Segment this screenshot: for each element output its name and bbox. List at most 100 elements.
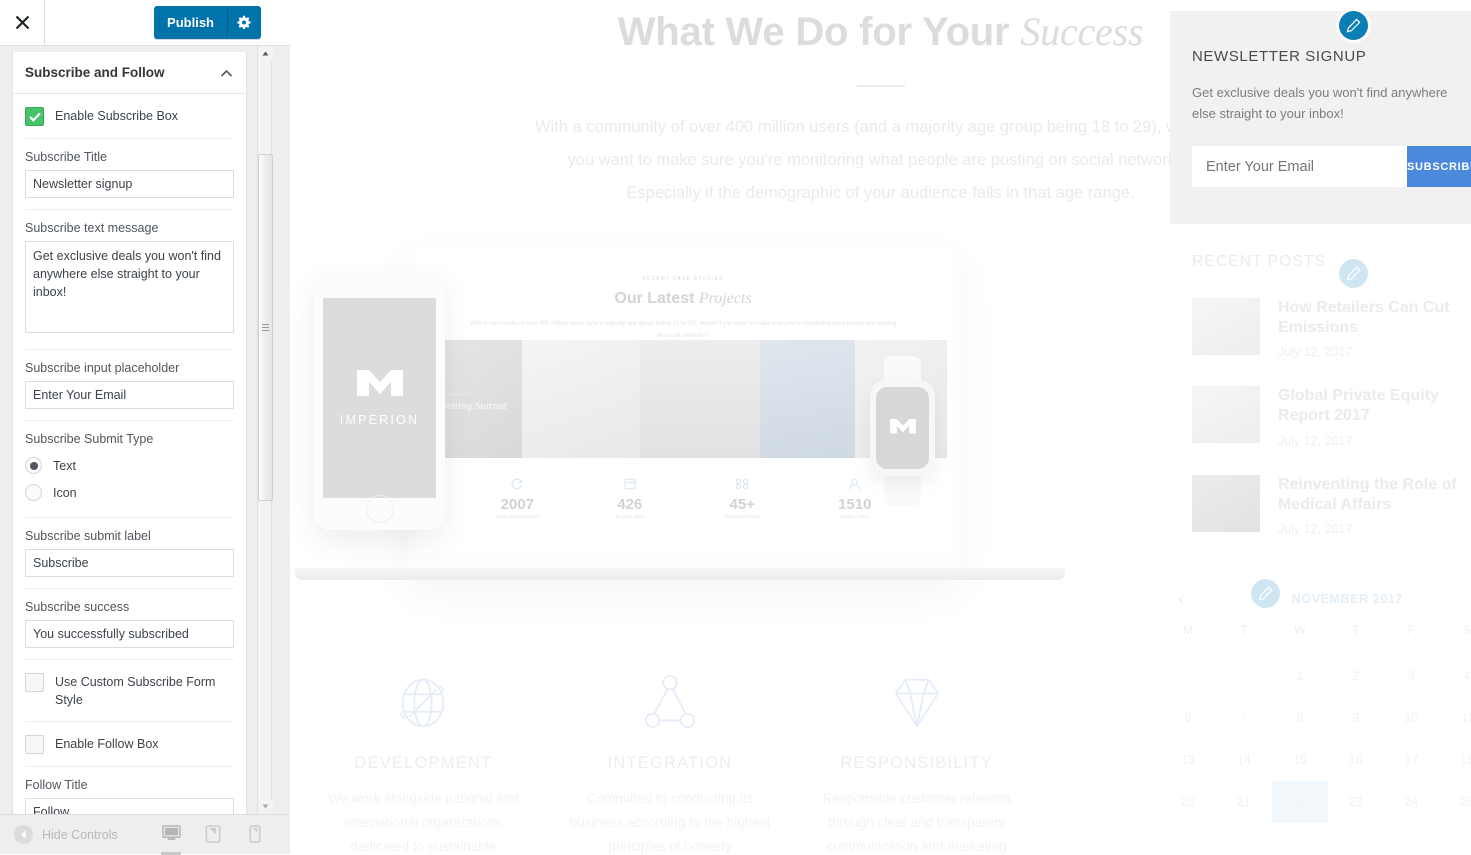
device-mobile-button[interactable] [242,820,268,850]
section-header-subscribe-and-follow[interactable]: Subscribe and Follow [13,52,246,94]
post-title[interactable]: How Retailers Can Cut Emissions [1278,298,1471,338]
calendar-day[interactable]: 4 [1439,655,1471,697]
enable-subscribe-box-row[interactable]: Enable Subscribe Box [25,94,234,139]
scrollbar-thumb[interactable] [258,154,273,501]
laptop-heading-main: Our Latest [614,290,699,307]
day-of-week: F [1407,625,1415,637]
calendar-day[interactable]: 13 [1160,739,1216,781]
list-item[interactable]: Global Private Equity Report 2017 July 1… [1170,386,1471,448]
calendar-day[interactable]: 14 [1216,739,1272,781]
device-desktop-button[interactable] [158,820,184,855]
customizer-scrollbar[interactable] [257,46,273,814]
post-thumbnail [1192,386,1260,444]
calendar-day[interactable]: 8 [1272,697,1328,739]
follow-title-label: Follow Title [25,778,88,793]
edit-recent-posts-widget-button[interactable] [1339,259,1368,288]
close-customizer-button[interactable] [0,0,45,45]
custom-form-style-row[interactable]: Use Custom Subscribe Form Style [25,660,234,723]
calendar-day[interactable]: 7 [1216,697,1272,739]
collapse-arrow-icon [14,825,33,844]
calendar-day[interactable]: 6 [1160,697,1216,739]
radio-icon[interactable] [25,484,42,501]
subscribe-title-label: Subscribe Title [25,150,107,164]
submit-label-label: Subscribe submit label [25,529,151,543]
calendar-header: ‹ NOVEMBER 2017 [1160,578,1471,620]
network-icon [563,668,778,738]
enable-follow-box-checkbox[interactable] [25,735,44,755]
subscribe-text-textarea[interactable] [25,241,234,333]
enable-follow-box-row[interactable]: Enable Follow Box [25,722,234,768]
calendar-day[interactable]: 20 [1160,781,1216,823]
customizer-panel-scroll[interactable]: Subscribe and Follow Enable Subscribe Bo… [0,46,290,814]
post-title[interactable]: Global Private Equity Report 2017 [1278,386,1471,426]
calendar-day[interactable]: 9 [1328,697,1384,739]
calendar-day[interactable]: 25 [1439,781,1471,823]
subscribe-title-input[interactable] [25,170,234,198]
subscribe-and-follow-section: Subscribe and Follow Enable Subscribe Bo… [12,52,247,814]
submit-type-control: Subscribe Submit Type Text Icon [25,421,234,518]
newsletter-subscribe-button[interactable]: SUBSCRIBE [1407,146,1471,188]
device-tablet-button[interactable] [200,820,226,850]
calendar-day[interactable]: 10 [1383,697,1439,739]
subscribe-success-input[interactable] [25,620,234,648]
submit-label-input[interactable] [25,549,234,577]
feature-card: INTEGRATION Committed to conducting its … [547,668,794,854]
edit-calendar-widget-button[interactable] [1251,579,1280,608]
follow-title-control: Follow Title [25,767,234,814]
list-item[interactable]: How Retailers Can Cut Emissions July 12,… [1170,298,1471,359]
enable-subscribe-box-checkbox[interactable] [25,107,44,126]
calendar-day[interactable]: 1 [1272,655,1328,697]
day-of-week: T [1240,625,1248,637]
subscribe-placeholder-input[interactable] [25,381,234,409]
custom-form-style-checkbox[interactable] [25,673,44,692]
post-title[interactable]: Reinventing the Role of Medical Affairs [1278,475,1471,515]
stat-value: 45+ [729,496,755,513]
device-preview-buttons [158,820,290,855]
submit-type-option-text[interactable]: Text [25,452,234,479]
widget-sidebar: NEWSLETTER SIGNUP Get exclusive deals yo… [1080,0,1471,854]
hide-controls-button[interactable]: Hide Controls [0,825,118,844]
calendar-day[interactable]: 16 [1328,739,1384,781]
radio-text[interactable] [25,457,42,474]
newsletter-description: Get exclusive deals you won't find anywh… [1192,85,1448,122]
laptop-base [295,568,1065,580]
watch-mockup [870,356,935,506]
edit-newsletter-widget-button[interactable] [1339,11,1368,40]
publish-button[interactable]: Publish [154,6,228,39]
stat-label: Happy Clients [840,515,870,520]
calendar-day[interactable]: 3 [1383,655,1439,697]
list-item[interactable]: Reinventing the Role of Medical Affairs … [1170,474,1471,536]
close-icon [15,15,29,30]
day-of-week: W [1294,625,1306,637]
watch-screen [876,387,929,469]
calendar-day[interactable]: 18 [1439,739,1471,781]
calendar-day[interactable] [1216,655,1272,697]
stat-item: 2007 Company Established [461,474,574,520]
calendar-day[interactable]: 11 [1439,697,1471,739]
day-of-week: S [1463,625,1471,637]
scroll-down-arrow-icon[interactable] [258,799,273,814]
features-row: DEVELOPMENT We work alongside national a… [300,668,1040,854]
laptop-eyebrow: RECENT CASE STUDIES [642,276,724,282]
customizer-sidebar: Publish Subscribe and Follow Enable Subs… [0,0,290,855]
publish-group: Publish [154,6,261,39]
submit-type-option-icon[interactable]: Icon [25,479,234,506]
calendar-day[interactable]: 15 [1272,739,1328,781]
calendar-day[interactable] [1160,655,1216,697]
follow-title-input[interactable] [25,798,234,814]
scroll-up-arrow-icon[interactable] [258,46,273,61]
calendar-day-selected[interactable]: 22 [1271,781,1328,823]
laptop-heading: Our Latest Projects [415,290,951,308]
chevron-up-icon [220,64,233,82]
publish-settings-button[interactable] [228,6,261,39]
stat-item: 45+ Business Partners [686,474,799,520]
imperion-logo-icon [889,418,916,434]
calendar-day[interactable]: 23 [1328,781,1384,823]
radio-text-label: Text [53,458,76,473]
day-of-week: T [1351,625,1360,637]
calendar-day[interactable]: 17 [1383,739,1439,781]
calendar-day[interactable]: 24 [1383,781,1439,823]
newsletter-email-input[interactable] [1192,146,1407,188]
calendar-day[interactable]: 2 [1328,655,1384,697]
calendar-day[interactable]: 21 [1216,781,1272,823]
